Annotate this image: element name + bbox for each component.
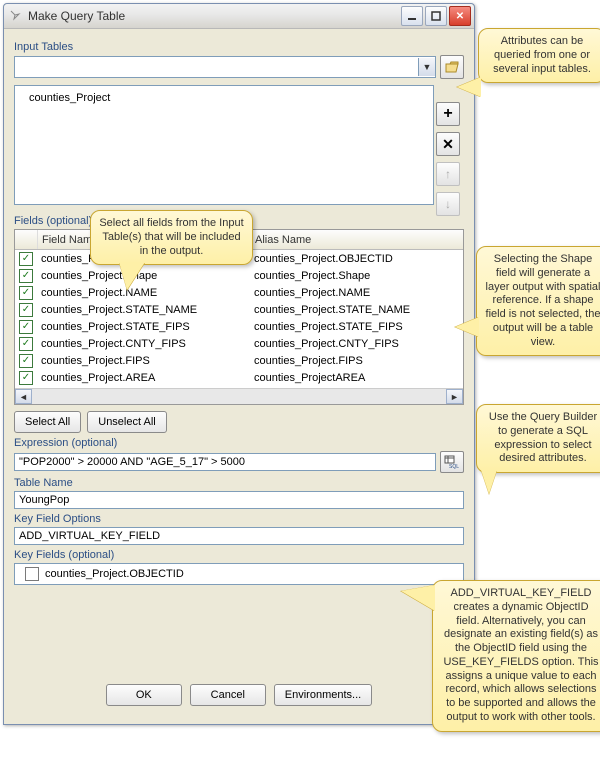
fields-grid-row[interactable]: ✓counties_Project.Shapecounties_Project.… <box>15 267 463 284</box>
input-table-item[interactable]: counties_Project <box>29 92 110 104</box>
expression-input[interactable] <box>14 453 436 471</box>
app-icon <box>8 8 24 24</box>
alias-name-cell: counties_Project.STATE_NAME <box>250 304 463 316</box>
add-button[interactable]: + <box>436 102 460 126</box>
key-fields-label: Key Fields (optional) <box>14 549 464 561</box>
key-field-options-input[interactable] <box>14 527 464 545</box>
alias-name-cell: counties_Project.NAME <box>250 287 463 299</box>
field-checkbox[interactable]: ✓ <box>19 286 33 300</box>
fields-grid-row[interactable]: ✓ counties_Project.STATE_NAMEcounties_Pro… <box>15 301 463 318</box>
alias-name-cell: counties_Project.OBJECTID <box>250 253 463 265</box>
field-name-cell: counties_Project.STATE_NAME <box>37 304 250 316</box>
callout-shape-field: Selecting the Shape field will generate … <box>476 246 600 356</box>
callout-query-builder: Use the Query Builder to generate a SQL … <box>476 404 600 473</box>
callout-key-field: ADD_VIRTUAL_KEY_FIELD creates a dynamic … <box>432 580 600 732</box>
minimize-button[interactable] <box>401 6 423 26</box>
alias-name-cell: counties_ProjectAREA <box>250 372 463 384</box>
field-name-cell: counties_Project.STATE_FIPS <box>37 321 250 333</box>
list-side-buttons: + ✕ ↑ ↓ <box>436 102 460 216</box>
select-all-button[interactable]: Select All <box>14 411 81 433</box>
horizontal-scrollbar[interactable]: ◄ ► <box>15 388 463 404</box>
callout-input-tables: Attributes can be queried from one or se… <box>478 28 600 83</box>
svg-text:SQL: SQL <box>449 464 459 469</box>
close-button[interactable]: ✕ <box>449 6 471 26</box>
key-field-item-label: counties_Project.OBJECTID <box>45 568 184 580</box>
alias-name-cell: counties_Project.FIPS <box>250 355 463 367</box>
field-checkbox[interactable]: ✓ <box>19 269 33 283</box>
dialog-button-row: OK Cancel Environments... <box>4 684 474 706</box>
table-name-label: Table Name <box>14 477 464 489</box>
field-checkbox[interactable]: ✓ <box>19 252 33 266</box>
move-down-button[interactable]: ↓ <box>436 192 460 216</box>
expression-label: Expression (optional) <box>14 437 464 449</box>
remove-button[interactable]: ✕ <box>436 132 460 156</box>
make-query-table-dialog: Make Query Table ✕ Input Tables ▼ counti… <box>3 3 475 725</box>
field-name-cell: counties_Project.AREA <box>37 372 250 384</box>
titlebar[interactable]: Make Query Table ✕ <box>4 4 474 29</box>
maximize-button[interactable] <box>425 6 447 26</box>
key-fields-list[interactable]: counties_Project.OBJECTID <box>14 563 464 585</box>
cancel-button[interactable]: Cancel <box>190 684 266 706</box>
environments-button[interactable]: Environments... <box>274 684 372 706</box>
field-checkbox[interactable]: ✓ <box>19 303 33 317</box>
input-tables-label: Input Tables <box>14 41 464 53</box>
chevron-down-icon[interactable]: ▼ <box>418 58 435 76</box>
key-field-checkbox[interactable] <box>25 567 39 581</box>
alias-name-header[interactable]: Alias Name <box>251 234 463 246</box>
key-field-options-label: Key Field Options <box>14 513 464 525</box>
move-up-button[interactable]: ↑ <box>436 162 460 186</box>
field-checkbox[interactable]: ✓ <box>19 320 33 334</box>
sql-builder-button[interactable]: SQL <box>440 451 464 473</box>
browse-button[interactable] <box>440 55 464 79</box>
alias-name-cell: counties_Project.CNTY_FIPS <box>250 338 463 350</box>
fields-grid-row[interactable]: ✓counties_Project.NAMEcounties_Project.N… <box>15 284 463 301</box>
field-checkbox[interactable]: ✓ <box>19 371 33 385</box>
field-checkbox[interactable]: ✓ <box>19 354 33 368</box>
field-name-cell: counties_Project.CNTY_FIPS <box>37 338 250 350</box>
table-name-input[interactable] <box>14 491 464 509</box>
fields-grid-row[interactable]: ✓ counties_Project.STATE_FIPScounties_Pro… <box>15 318 463 335</box>
input-tables-list[interactable]: counties_Project <box>14 85 434 205</box>
input-tables-combo[interactable]: ▼ <box>14 56 436 78</box>
window-title: Make Query Table <box>28 9 400 23</box>
field-checkbox[interactable]: ✓ <box>19 337 33 351</box>
field-name-cell: counties_Project.FIPS <box>37 355 250 367</box>
callout-select-fields: Select all fields from the Input Table(s… <box>90 210 253 265</box>
fields-grid-row[interactable]: ✓ counties_Project.CNTY_FIPScounties_Proj… <box>15 335 463 352</box>
fields-grid-row[interactable]: ✓ counties_Project.AREAcounties_ProjectAR… <box>15 369 463 386</box>
scroll-right-icon[interactable]: ► <box>446 389 463 404</box>
ok-button[interactable]: OK <box>106 684 182 706</box>
alias-name-cell: counties_Project.Shape <box>250 270 463 282</box>
fields-grid-row[interactable]: ✓ counties_Project.FIPScounties_Project.F… <box>15 352 463 369</box>
scroll-left-icon[interactable]: ◄ <box>15 389 32 404</box>
unselect-all-button[interactable]: Unselect All <box>87 411 166 433</box>
alias-name-cell: counties_Project.STATE_FIPS <box>250 321 463 333</box>
